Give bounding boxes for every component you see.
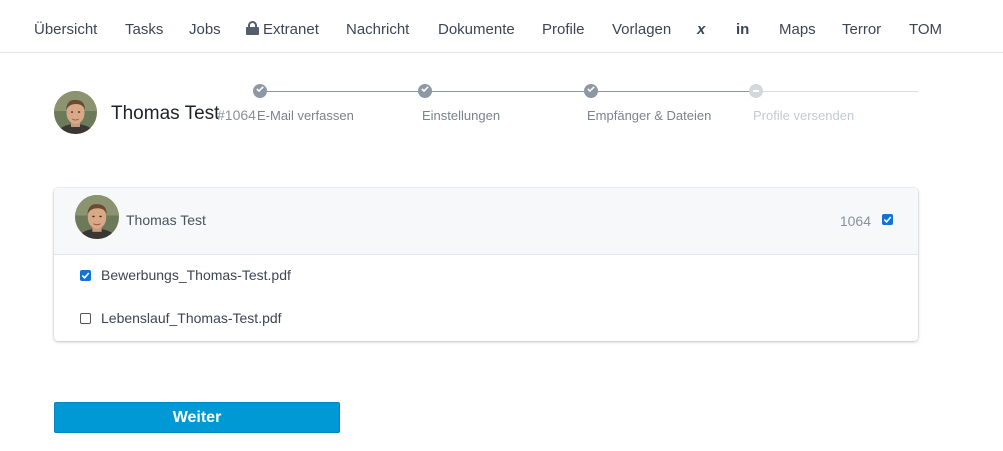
step-4-minus-icon [749, 84, 763, 98]
step-label-send: Profile versenden [753, 108, 855, 123]
step-3-check-icon [584, 84, 598, 98]
step-label-settings: Einstellungen [422, 108, 501, 123]
recipient-card-header: Thomas Test 1064 [54, 188, 918, 255]
nav-item-extranet-label: Extranet [263, 21, 319, 38]
nav-item-extranet[interactable]: Extranet [246, 20, 319, 40]
step-label-recipients: Empfänger & Dateien [587, 108, 712, 123]
step-1-check-icon [253, 84, 267, 98]
recipient-name: Thomas Test [126, 212, 206, 228]
nav-item-uebersicht[interactable]: Übersicht [34, 20, 97, 40]
nav-item-jobs[interactable]: Jobs [189, 20, 221, 40]
linkedin-icon[interactable]: in [736, 20, 749, 40]
recipient-avatar [75, 195, 119, 239]
nav-item-nachricht[interactable]: Nachricht [346, 20, 409, 40]
nav-item-vorlagen[interactable]: Vorlagen [612, 20, 671, 40]
nav-item-maps[interactable]: Maps [779, 20, 816, 40]
stepper-line-done [260, 91, 755, 92]
recipient-id: 1064 [839, 213, 871, 229]
candidate-name: Thomas Test [111, 103, 220, 124]
step-2-check-icon [418, 84, 432, 98]
step-label-email: E-Mail verfassen [257, 108, 354, 123]
nav-item-tasks[interactable]: Tasks [125, 20, 163, 40]
nav-item-tom[interactable]: TOM [909, 20, 942, 40]
avatar [54, 91, 97, 134]
nav-item-dokumente[interactable]: Dokumente [438, 20, 515, 40]
stepper-line-pending [755, 91, 918, 92]
recipient-card: Thomas Test 1064 Bewerbungs_Thomas-Test.… [54, 188, 918, 341]
file-name-bewerbung[interactable]: Bewerbungs_Thomas-Test.pdf [101, 267, 291, 283]
top-navigation: Übersicht Tasks Jobs Extranet Nachricht … [0, 0, 1003, 53]
lock-icon [246, 21, 259, 35]
nav-item-profile[interactable]: Profile [542, 20, 585, 40]
candidate-id: #1064 [217, 107, 256, 123]
file-checkbox-lebenslauf[interactable] [80, 313, 91, 324]
xing-icon[interactable]: x [697, 20, 705, 40]
recipient-select-checkbox[interactable] [882, 214, 893, 225]
file-checkbox-bewerbung[interactable] [80, 270, 91, 281]
nav-item-terror[interactable]: Terror [842, 20, 881, 40]
file-name-lebenslauf[interactable]: Lebenslauf_Thomas-Test.pdf [101, 310, 282, 326]
next-button[interactable]: Weiter [54, 402, 340, 433]
